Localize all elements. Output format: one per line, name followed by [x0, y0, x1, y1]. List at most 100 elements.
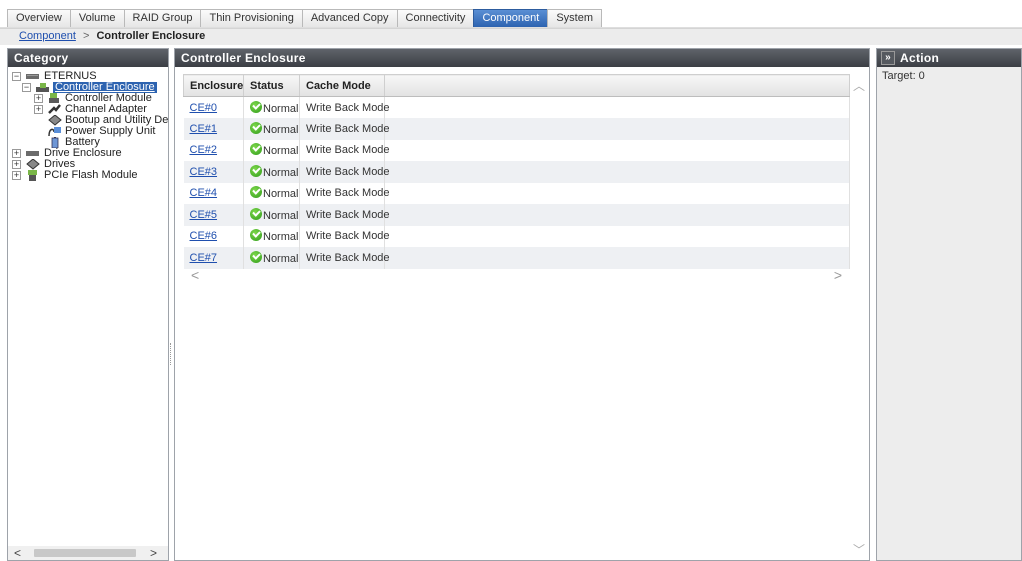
- expand-toggle-icon[interactable]: +: [12, 149, 21, 158]
- tab-system[interactable]: System: [547, 9, 602, 28]
- scrollbar-thumb[interactable]: [34, 549, 136, 557]
- column-header-filler: [384, 74, 850, 97]
- cache-mode-cell: Write Back Mode: [299, 225, 390, 247]
- expand-toggle-icon[interactable]: +: [34, 105, 43, 114]
- table-row[interactable]: CE#4 Normal Write Back Mode: [183, 182, 850, 204]
- bootup-utility-device-icon: [48, 114, 62, 126]
- scroll-down-icon[interactable]: ﹀: [853, 541, 865, 558]
- enclosure-link[interactable]: CE#3: [190, 166, 218, 178]
- breadcrumb-current: Controller Enclosure: [96, 30, 206, 42]
- enclosure-cell: CE#4: [183, 182, 244, 204]
- tree-node-pcie-flash-module[interactable]: + PCIe Flash Module: [8, 170, 168, 181]
- content-panel-title: Controller Enclosure: [175, 49, 869, 67]
- enclosure-link[interactable]: CE#1: [190, 123, 218, 135]
- table-row[interactable]: CE#1 Normal Write Back Mode: [183, 118, 850, 140]
- expand-toggle-icon[interactable]: +: [12, 171, 21, 180]
- cache-mode-cell: Write Back Mode: [299, 118, 390, 140]
- cache-mode-cell: Write Back Mode: [299, 182, 390, 204]
- enclosure-table-container: Enclosure Status Cache Mode CE#0 Normal Wr…: [183, 74, 850, 269]
- tab-component[interactable]: Component: [473, 9, 548, 28]
- target-count: Target: 0: [882, 70, 925, 82]
- column-header-cache-mode[interactable]: Cache Mode: [299, 74, 385, 97]
- tab-raid-group[interactable]: RAID Group: [123, 9, 201, 28]
- status-text: Normal: [263, 102, 299, 115]
- scroll-left-icon[interactable]: <: [14, 546, 21, 560]
- expand-panel-icon[interactable]: »: [881, 50, 895, 65]
- scroll-left-icon[interactable]: <: [191, 267, 199, 283]
- tab-volume[interactable]: Volume: [69, 9, 124, 28]
- breadcrumb-separator: >: [82, 30, 90, 42]
- filler-cell: [384, 139, 850, 161]
- table-row[interactable]: CE#7 Normal Write Back Mode: [183, 247, 850, 269]
- status-cell: Normal: [243, 247, 300, 269]
- table-row[interactable]: CE#5 Normal Write Back Mode: [183, 204, 850, 226]
- status-cell: Normal: [243, 139, 300, 161]
- filler-cell: [384, 96, 850, 118]
- breadcrumb: Component > Controller Enclosure: [0, 29, 1022, 45]
- table-header-row: Enclosure Status Cache Mode: [183, 74, 850, 97]
- tree-node-drive-enclosure[interactable]: + Drive Enclosure: [8, 148, 168, 159]
- enclosure-link[interactable]: CE#4: [190, 187, 218, 199]
- category-panel-title: Category: [8, 49, 168, 67]
- status-text: Normal: [263, 231, 299, 244]
- enclosure-cell: CE#1: [183, 118, 244, 140]
- main-tab-bar: Overview Volume RAID Group Thin Provisionin…: [0, 0, 1022, 29]
- table-row[interactable]: CE#2 Normal Write Back Mode: [183, 139, 850, 161]
- status-normal-icon: [250, 143, 262, 156]
- status-text: Normal: [263, 252, 299, 265]
- cache-mode-cell: Write Back Mode: [299, 204, 390, 226]
- column-header-enclosure[interactable]: Enclosure: [183, 74, 244, 97]
- status-cell: Normal: [243, 204, 300, 226]
- enclosure-link[interactable]: CE#0: [190, 102, 218, 114]
- tab-connectivity[interactable]: Connectivity: [396, 9, 474, 28]
- enclosure-cell: CE#0: [183, 96, 244, 118]
- category-tree: − ETERNUS − Controller Enclosure + Controller…: [8, 67, 168, 181]
- cache-mode-cell: Write Back Mode: [299, 161, 390, 183]
- status-text: Normal: [263, 166, 299, 179]
- status-normal-icon: [250, 186, 262, 199]
- action-panel-header: » Action: [877, 49, 1021, 67]
- enclosure-link[interactable]: CE#2: [190, 144, 218, 156]
- table-horizontal-scrollbar[interactable]: < >: [183, 267, 850, 283]
- filler-cell: [384, 182, 850, 204]
- collapse-toggle-icon[interactable]: −: [12, 72, 21, 81]
- status-cell: Normal: [243, 225, 300, 247]
- status-cell: Normal: [243, 161, 300, 183]
- table-row[interactable]: CE#3 Normal Write Back Mode: [183, 161, 850, 183]
- channel-adapter-icon: [48, 104, 62, 115]
- category-panel: Category − ETERNUS − Controller Enclosure + C…: [7, 48, 169, 561]
- status-cell: Normal: [243, 96, 300, 118]
- enclosure-link[interactable]: CE#6: [190, 230, 218, 242]
- scroll-up-icon[interactable]: ︿: [853, 77, 865, 94]
- status-text: Normal: [263, 209, 299, 222]
- cache-mode-cell: Write Back Mode: [299, 139, 390, 161]
- expand-toggle-icon[interactable]: +: [12, 160, 21, 169]
- expand-toggle-icon[interactable]: +: [34, 94, 43, 103]
- tab-overview[interactable]: Overview: [7, 9, 70, 28]
- filler-cell: [384, 204, 850, 226]
- collapse-toggle-icon[interactable]: −: [22, 83, 31, 92]
- cache-mode-cell: Write Back Mode: [299, 247, 390, 269]
- table-row[interactable]: CE#6 Normal Write Back Mode: [183, 225, 850, 247]
- tree-node-label[interactable]: PCIe Flash Module: [44, 170, 138, 181]
- status-normal-icon: [250, 207, 262, 220]
- table-row[interactable]: CE#0 Normal Write Back Mode: [183, 96, 850, 118]
- breadcrumb-link-component[interactable]: Component: [19, 30, 76, 42]
- action-panel: » Action Target: 0: [876, 48, 1022, 561]
- column-header-status[interactable]: Status: [243, 74, 300, 97]
- enclosure-link[interactable]: CE#5: [190, 209, 218, 221]
- controller-module-icon: [48, 93, 62, 104]
- scroll-right-icon[interactable]: >: [834, 267, 842, 283]
- enclosure-cell: CE#2: [183, 139, 244, 161]
- status-normal-icon: [250, 229, 262, 242]
- category-horizontal-scrollbar[interactable]: < >: [8, 546, 168, 560]
- enclosure-cell: CE#6: [183, 225, 244, 247]
- scroll-right-icon[interactable]: >: [150, 546, 157, 560]
- storage-system-icon: [26, 71, 40, 82]
- enclosure-table: Enclosure Status Cache Mode CE#0 Normal Wr…: [183, 74, 850, 269]
- tab-thin-provisioning[interactable]: Thin Provisioning: [200, 9, 302, 28]
- enclosure-link[interactable]: CE#7: [190, 252, 218, 264]
- power-supply-icon: [48, 126, 62, 137]
- splitter-grip[interactable]: [170, 343, 172, 365]
- tab-advanced-copy[interactable]: Advanced Copy: [301, 9, 397, 28]
